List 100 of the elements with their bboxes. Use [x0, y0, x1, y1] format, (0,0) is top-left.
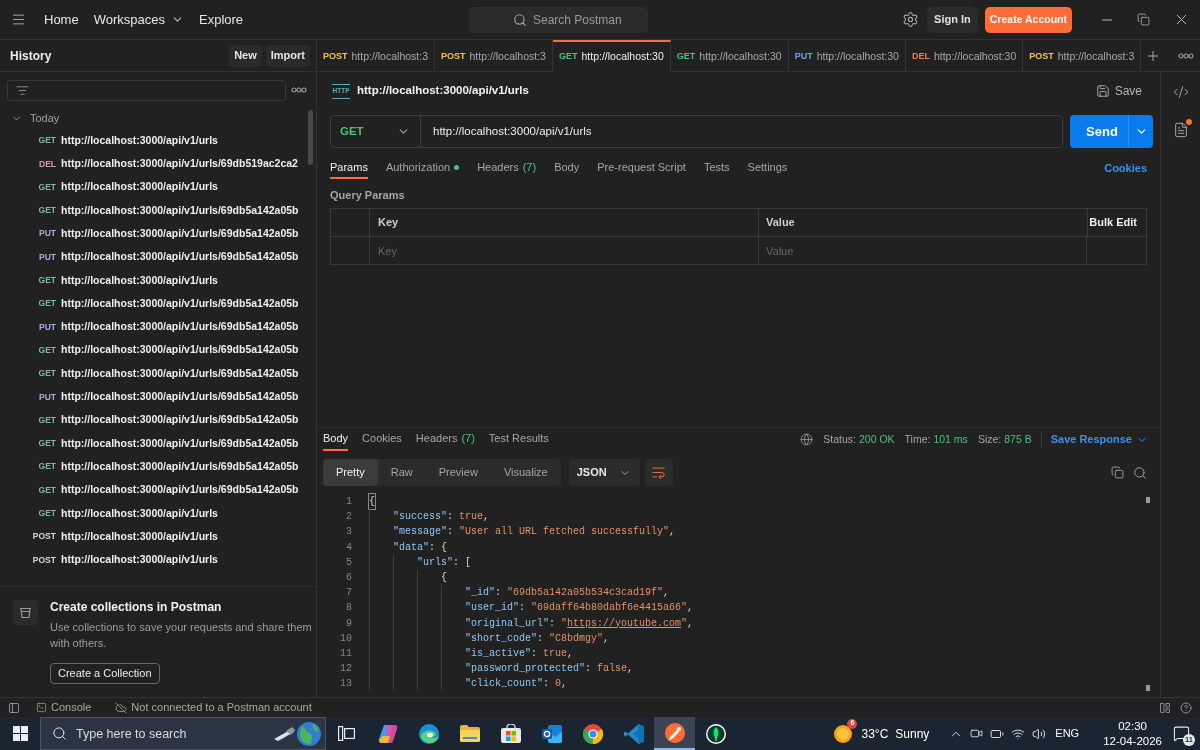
copy-icon[interactable]: [1111, 466, 1124, 479]
send-button[interactable]: Send: [1070, 115, 1128, 148]
search-field[interactable]: Search Postman: [469, 6, 648, 33]
tab[interactable]: Headers (7): [415, 428, 475, 451]
save-response-button[interactable]: Save Response: [1050, 431, 1148, 448]
volume-icon[interactable]: [1032, 726, 1047, 741]
history-url[interactable]: http://localhost:3000/api/v1/urls: [61, 505, 218, 522]
tab[interactable]: Pre-request Script: [597, 157, 686, 179]
help-icon[interactable]: [1180, 701, 1192, 714]
request-tab[interactable]: POST http://localhost:3: [1023, 40, 1142, 72]
history-url[interactable]: http://localhost:3000/api/v1/urls: [61, 132, 218, 149]
tab[interactable]: Tests: [703, 157, 730, 179]
slash-circle-logo-icon: [664, 722, 685, 743]
history-url[interactable]: http://localhost:3000/api/v1/urls/69db5a142a05b: [61, 202, 299, 219]
console-button[interactable]: Console: [36, 699, 92, 716]
history-url[interactable]: http://localhost:3000/api/v1/urls/69db5a142a05b: [61, 225, 299, 242]
restore-icon[interactable]: [1137, 13, 1150, 26]
history-url[interactable]: http://localhost:3000/api/v1/urls/69db5a142a05b: [61, 389, 299, 405]
terminal-icon: [36, 702, 47, 713]
menu-icon[interactable]: [11, 12, 26, 27]
sidebar-button[interactable]: New: [229, 44, 262, 67]
view-tab[interactable]: Pretty: [323, 459, 378, 486]
sign-in-button[interactable]: Sign In: [927, 6, 978, 33]
layout-icon[interactable]: [1159, 701, 1171, 714]
format-dropdown[interactable]: JSON: [568, 459, 640, 486]
save-button[interactable]: Save: [1095, 82, 1142, 100]
tab[interactable]: Body: [323, 428, 349, 451]
code-line: "success": true,: [369, 509, 490, 525]
tab[interactable]: Cookies: [362, 428, 402, 451]
clock-date[interactable]: 12-04-2026: [1103, 733, 1162, 749]
history-url[interactable]: http://localhost:3000/api/v1/urls/69db5a142a05b: [61, 342, 299, 359]
taskbar-button[interactable]: [654, 717, 695, 750]
tab[interactable]: Params: [330, 157, 368, 179]
windows-logo-icon[interactable]: [12, 726, 28, 741]
history-url[interactable]: http://localhost:3000/api/v1/urls/69db5a142a05b: [61, 412, 299, 429]
view-tab[interactable]: Raw: [377, 459, 426, 486]
sidebar-button[interactable]: Import: [265, 44, 310, 67]
request-tab[interactable]: PUT http://localhost:30: [788, 40, 906, 72]
view-tab[interactable]: Preview: [425, 459, 491, 486]
taskbar-search-field[interactable]: Type here to search: [40, 717, 326, 750]
code-icon[interactable]: [1172, 84, 1189, 100]
history-url[interactable]: http://localhost:3000/api/v1/urls/69db5a142a05b: [61, 458, 299, 475]
clock-time[interactable]: 02:30: [1118, 718, 1147, 734]
value-input[interactable]: Value: [758, 237, 1087, 264]
language-indicator[interactable]: ENG: [1055, 725, 1080, 742]
sidebar-toggle-icon[interactable]: [8, 701, 20, 714]
tab[interactable]: Body: [554, 157, 580, 179]
history-url[interactable]: http://localhost:3000/api/v1/urls/69db5a142a05b: [61, 319, 299, 335]
request-tab[interactable]: GET http://localhost:30: [670, 40, 789, 72]
method-label: GET: [37, 507, 56, 520]
method-label: GET: [37, 460, 56, 474]
tab[interactable]: Headers (7): [477, 157, 537, 179]
cookies-link[interactable]: Cookies: [1104, 157, 1147, 179]
code-line: "is_active": true,: [369, 645, 574, 662]
history-url[interactable]: http://localhost:3000/api/v1/urls/69db519ac2ca2: [61, 156, 298, 172]
scrollbar[interactable]: [308, 110, 313, 165]
bulk-edit-button[interactable]: Bulk Edit: [1087, 209, 1146, 236]
tab[interactable]: Settings: [747, 157, 788, 179]
more-icon[interactable]: [1178, 52, 1194, 59]
code-line: {: [369, 569, 447, 586]
promo-text: Use collections to save your requests and share them with others.: [50, 620, 312, 651]
group-header[interactable]: Today: [0, 108, 316, 129]
method-label: GET: [37, 134, 56, 147]
scrollbar[interactable]: [1146, 497, 1150, 503]
history-url[interactable]: http://localhost:3000/api/v1/urls/69db5a142a05b: [61, 249, 299, 265]
request-tab[interactable]: POST http://localhost:3: [435, 40, 553, 72]
camera-icon[interactable]: [970, 727, 984, 740]
search-icon[interactable]: [1133, 465, 1147, 480]
history-url[interactable]: http://localhost:3000/api/v1/urls: [61, 552, 218, 568]
tab-count: (7): [461, 431, 475, 447]
method-label: GET: [676, 49, 696, 63]
history-url[interactable]: http://localhost:3000/api/v1/urls/69db5a142a05b: [61, 295, 299, 312]
tab[interactable]: Authorization: [385, 157, 460, 179]
view-tab[interactable]: Visualize: [490, 459, 561, 486]
history-url[interactable]: http://localhost:3000/api/v1/urls/69db5a142a05b: [61, 482, 299, 498]
history-url[interactable]: http://localhost:3000/api/v1/urls: [61, 272, 218, 289]
stat-value: 200 OK: [858, 431, 895, 447]
request-tab[interactable]: GET http://localhost:30: [552, 40, 671, 72]
key-input[interactable]: Key: [369, 237, 758, 264]
history-url[interactable]: http://localhost:3000/api/v1/urls/69db5a142a05b: [61, 435, 299, 452]
filter-field[interactable]: [7, 79, 286, 101]
request-tab[interactable]: DEL http://localhost:30: [905, 40, 1024, 72]
code-line: "data": {: [369, 539, 448, 555]
scrollbar[interactable]: [1146, 685, 1150, 692]
more-icon[interactable]: [291, 87, 307, 93]
settings-icon[interactable]: [902, 11, 920, 28]
history-url[interactable]: http://localhost:3000/api/v1/urls: [61, 528, 218, 545]
tab[interactable]: Test Results: [488, 428, 549, 451]
wrap-lines-button[interactable]: [644, 459, 673, 486]
document-icon[interactable]: [1172, 122, 1189, 138]
create-collection-button[interactable]: Create a Collection: [50, 663, 160, 684]
wifi-icon[interactable]: [1011, 726, 1026, 741]
request-tab[interactable]: POST http://localhost:3: [317, 40, 435, 72]
history-url[interactable]: http://localhost:3000/api/v1/urls: [61, 179, 218, 196]
history-url[interactable]: http://localhost:3000/api/v1/urls/69db5a142a05b: [61, 365, 299, 382]
nav-link[interactable]: Home: [44, 9, 79, 30]
nav-dropdown[interactable]: Workspaces: [93, 9, 184, 30]
nav-link[interactable]: Explore: [199, 9, 244, 30]
stat-value: 101 ms: [933, 431, 968, 447]
line-number: 7: [345, 586, 352, 601]
